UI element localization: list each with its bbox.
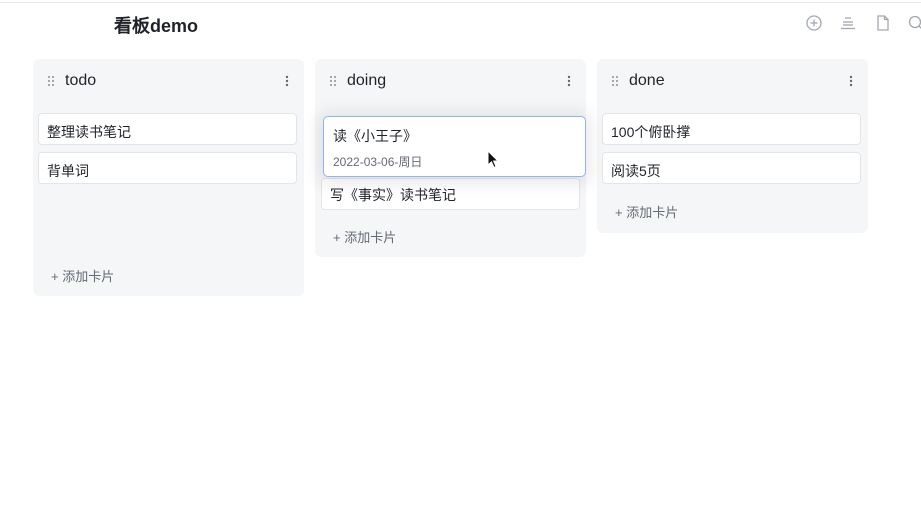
card-title: 阅读5页 <box>611 163 661 179</box>
card[interactable]: 整理读书笔记 <box>38 113 297 145</box>
card-due-date: 2022-03-06-周日 <box>333 155 423 169</box>
page-title: 看板demo <box>114 16 199 36</box>
more-vertical-icon[interactable] <box>282 73 292 89</box>
add-card-button[interactable]: + 添加卡片 <box>333 227 396 246</box>
column-header: doing <box>315 59 586 103</box>
more-vertical-icon[interactable] <box>846 73 856 89</box>
more-vertical-icon[interactable] <box>564 73 574 89</box>
column-header: done <box>597 59 868 103</box>
drag-handle-icon[interactable] <box>611 75 619 87</box>
card[interactable]: 背单词 <box>38 152 297 184</box>
card-title: 读《小王子》 <box>333 128 417 144</box>
column-done: done 100个俯卧撑 阅读5页 + 添加卡片 <box>597 59 868 233</box>
card[interactable]: 100个俯卧撑 <box>602 113 861 145</box>
add-circle-icon[interactable] <box>805 14 823 32</box>
add-card-button[interactable]: + 添加卡片 <box>51 266 114 285</box>
card-title: 整理读书笔记 <box>47 124 131 140</box>
search-icon[interactable] <box>907 14 921 32</box>
card[interactable]: 写《事实》读书笔记 <box>321 178 580 210</box>
column-title: done <box>629 72 665 89</box>
column-title: doing <box>347 72 387 89</box>
card[interactable]: 阅读5页 <box>602 152 861 184</box>
column-todo: todo 整理读书笔记 背单词 + 添加卡片 <box>33 59 304 296</box>
align-center-icon[interactable] <box>839 14 857 32</box>
card-title: 100个俯卧撑 <box>611 124 691 140</box>
column-header: todo <box>33 59 304 103</box>
drag-handle-icon[interactable] <box>47 75 55 87</box>
add-card-button[interactable]: + 添加卡片 <box>615 202 678 221</box>
dragging-card[interactable]: 读《小王子》 2022-03-06-周日 <box>323 116 586 177</box>
column-title: todo <box>65 72 97 89</box>
mouse-cursor-icon <box>487 150 501 170</box>
card-title: 背单词 <box>47 163 89 179</box>
document-icon[interactable] <box>874 14 892 32</box>
top-divider <box>0 2 921 3</box>
drag-handle-icon[interactable] <box>329 75 337 87</box>
toolbar <box>805 14 921 32</box>
card-title: 写《事实》读书笔记 <box>330 187 456 203</box>
